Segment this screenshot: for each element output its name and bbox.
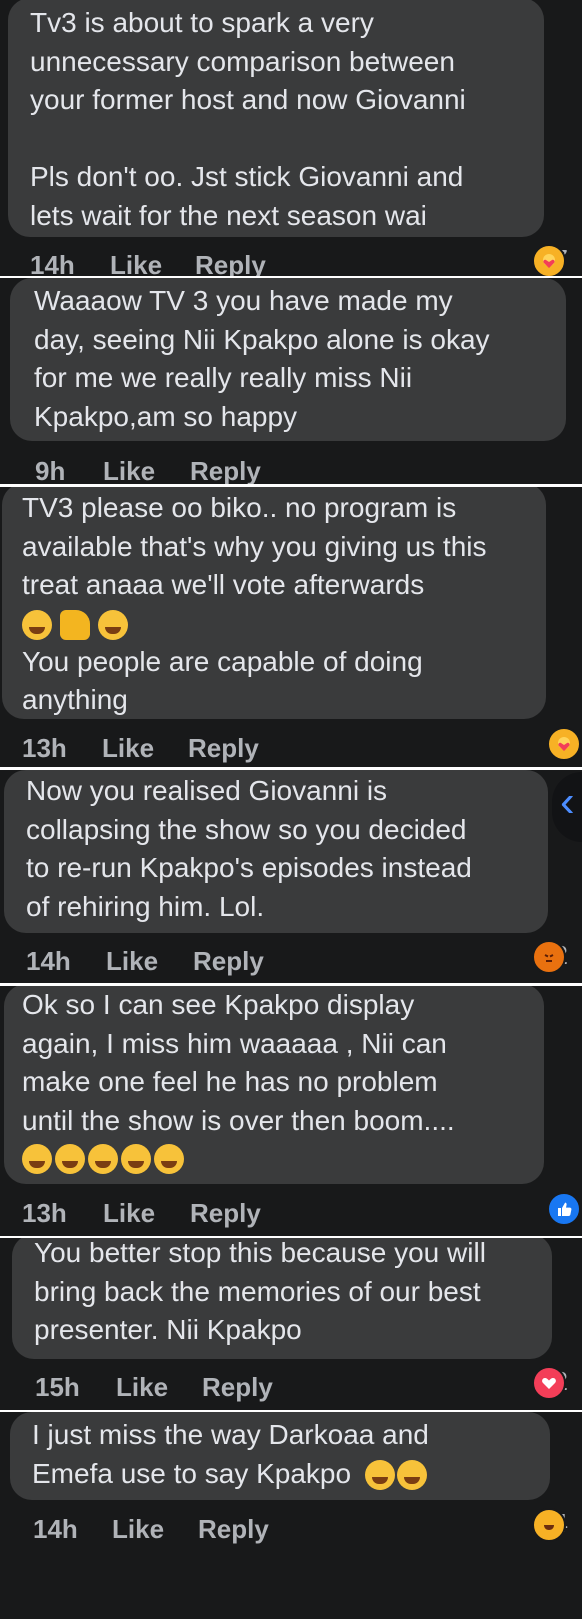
emoji-row xyxy=(22,1140,526,1178)
emoji-row xyxy=(22,605,526,643)
reply-button[interactable]: Reply xyxy=(202,1372,273,1403)
reaction-summary[interactable]: 5 xyxy=(546,1192,581,1226)
reply-button[interactable]: Reply xyxy=(190,456,261,484)
comment-time[interactable]: 15h xyxy=(35,1372,80,1403)
grinning-emoji-icon xyxy=(396,1460,427,1491)
like-button[interactable]: Like xyxy=(102,733,154,764)
reaction-summary[interactable]: 17 xyxy=(532,244,572,276)
care-icon xyxy=(532,244,567,276)
comment-actions: 9h Like Reply xyxy=(0,456,582,484)
comment-card: TV3 please oo biko.. no program is avail… xyxy=(0,487,582,767)
comment-bubble: Waaaow TV 3 you have made my day, seeing… xyxy=(10,278,566,441)
comment-card: Waaaow TV 3 you have made my day, seeing… xyxy=(0,278,582,484)
comment-card: Tv3 is about to spark a very unnecessary… xyxy=(0,0,582,276)
comment-card: You better stop this because you will br… xyxy=(0,1238,582,1410)
reply-button[interactable]: Reply xyxy=(193,946,264,977)
grinning-emoji-icon xyxy=(364,1460,395,1491)
comment-bubble: You better stop this because you will br… xyxy=(12,1238,552,1359)
grinning-emoji-icon xyxy=(22,610,52,641)
comment-actions: 14h Like Reply 14 xyxy=(0,1508,582,1548)
reply-button[interactable]: Reply xyxy=(190,1198,261,1229)
smile-emoji-icon xyxy=(98,610,128,641)
like-button[interactable]: Like xyxy=(110,250,162,276)
comment-actions: 14h Like Reply 17 xyxy=(0,244,582,276)
comment-time[interactable]: 14h xyxy=(26,946,71,977)
reaction-summary[interactable]: 14 xyxy=(532,1508,572,1542)
haha-icon xyxy=(532,1508,567,1542)
comment-bubble: I just miss the way Darkoaa and Emefa us… xyxy=(10,1412,550,1500)
reaction-summary[interactable]: 6 xyxy=(546,727,581,761)
comment-time[interactable]: 14h xyxy=(30,250,75,276)
comment-time[interactable]: 13h xyxy=(22,733,67,764)
squinting-emoji-icon xyxy=(121,1144,151,1174)
squinting-emoji-icon xyxy=(55,1144,85,1174)
comment-actions: 15h Like Reply 12 xyxy=(0,1366,582,1406)
comment-text: TV3 please oo biko.. no program is avail… xyxy=(22,492,487,600)
squinting-emoji-icon xyxy=(154,1144,184,1174)
like-button[interactable]: Like xyxy=(116,1372,168,1403)
comment-bubble: Now you realised Giovanni is collapsing … xyxy=(4,770,548,933)
angry-icon xyxy=(532,940,567,974)
comment-time[interactable]: 13h xyxy=(22,1198,67,1229)
comment-actions: 14h Like Reply 12 xyxy=(0,940,582,980)
comment-bubble: Ok so I can see Kpakpo display again, I … xyxy=(4,986,544,1184)
comment-time[interactable]: 9h xyxy=(35,456,65,484)
reply-button[interactable]: Reply xyxy=(195,250,266,276)
comment-card: Ok so I can see Kpakpo display again, I … xyxy=(0,986,582,1236)
love-icon xyxy=(532,1366,567,1400)
reaction-summary[interactable]: 12 xyxy=(532,1366,572,1400)
like-button[interactable]: Like xyxy=(103,1198,155,1229)
like-button[interactable]: Like xyxy=(106,946,158,977)
care-icon xyxy=(546,727,581,761)
comment-text: Ok so I can see Kpakpo display again, I … xyxy=(22,989,455,1136)
reply-button[interactable]: Reply xyxy=(198,1514,269,1545)
collapse-tab-icon[interactable] xyxy=(552,772,582,842)
thumbs-up-emoji-icon xyxy=(60,610,90,641)
comment-actions: 13h Like Reply 6 xyxy=(0,727,582,767)
comment-time[interactable]: 14h xyxy=(33,1514,78,1545)
reaction-summary[interactable]: 12 xyxy=(532,940,572,974)
comment-bubble: Tv3 is about to spark a very unnecessary… xyxy=(8,0,544,237)
comment-card: Now you realised Giovanni is collapsing … xyxy=(0,770,582,983)
like-icon xyxy=(546,1192,581,1226)
comment-text-2: You people are capable of doing anything xyxy=(22,645,423,716)
squinting-emoji-icon xyxy=(22,1144,52,1174)
comment-card: I just miss the way Darkoaa and Emefa us… xyxy=(0,1412,582,1619)
squinting-emoji-icon xyxy=(88,1144,118,1174)
like-button[interactable]: Like xyxy=(112,1514,164,1545)
reply-button[interactable]: Reply xyxy=(188,733,259,764)
comment-actions: 13h Like Reply 5 xyxy=(0,1192,582,1232)
like-button[interactable]: Like xyxy=(103,456,155,484)
comment-bubble: TV3 please oo biko.. no program is avail… xyxy=(2,487,546,719)
